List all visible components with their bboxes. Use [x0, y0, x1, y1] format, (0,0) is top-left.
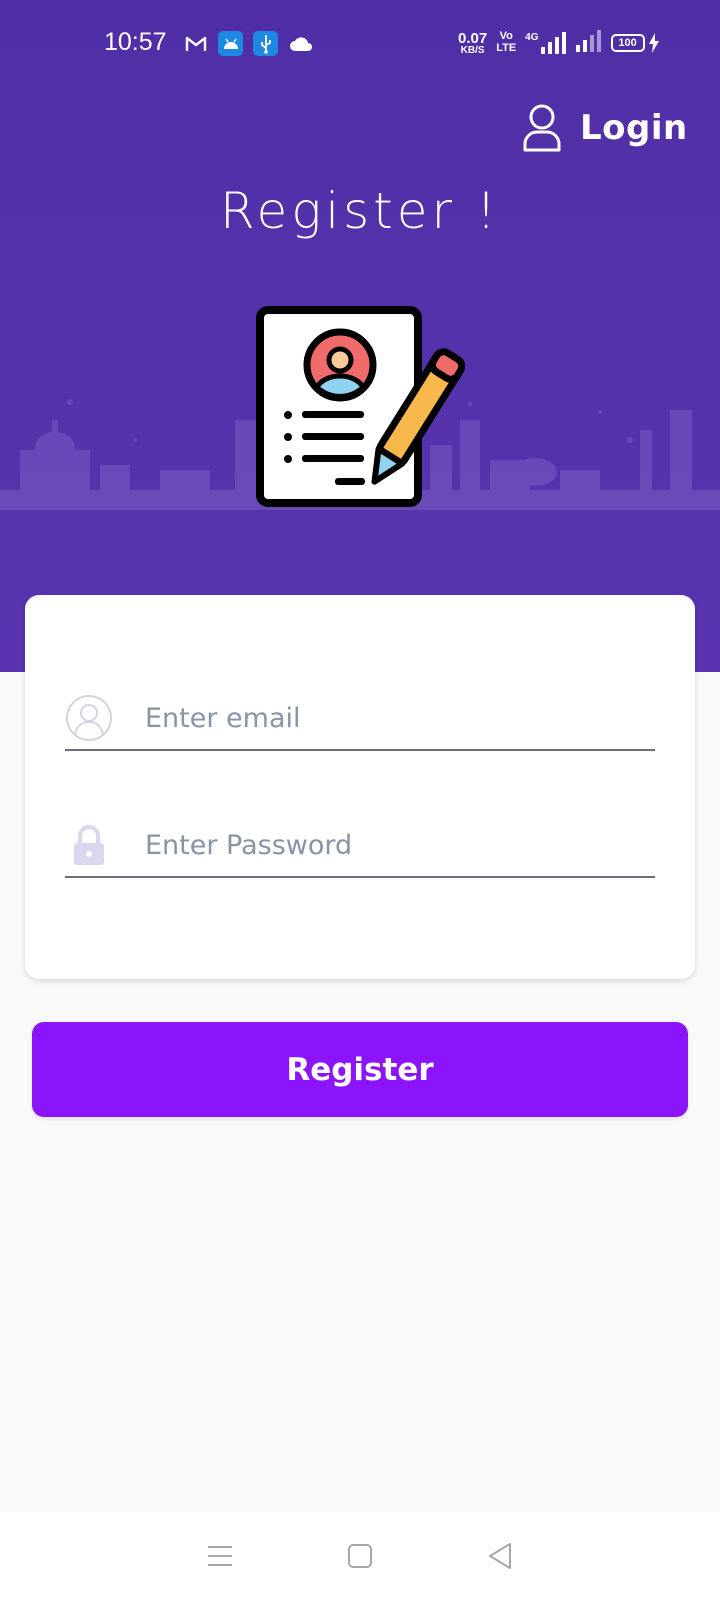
menu-icon[interactable]	[196, 1532, 244, 1580]
user-icon	[65, 694, 113, 742]
register-document-illustration	[256, 306, 465, 507]
battery-icon: 100	[610, 33, 660, 53]
user-outline-icon	[523, 104, 561, 152]
system-nav-bar	[0, 1512, 720, 1600]
signal-icon	[575, 30, 602, 56]
register-screen: 10:57 0.07 KB/S Vo LTE 4G 100 Login Regi…	[0, 0, 720, 1600]
gmail-icon	[183, 31, 208, 56]
cloud-icon	[288, 31, 313, 56]
back-icon[interactable]	[476, 1532, 524, 1580]
password-input[interactable]	[145, 821, 655, 869]
register-button[interactable]: Register	[32, 1022, 688, 1117]
charging-bolt-icon	[648, 33, 659, 53]
email-field	[65, 687, 655, 751]
status-notification-icons	[183, 31, 313, 56]
home-icon[interactable]	[336, 1532, 384, 1580]
usb-icon	[253, 31, 278, 56]
signal-4g-icon: 4G	[525, 32, 566, 54]
lock-icon	[65, 821, 113, 869]
login-label: Login	[580, 108, 688, 148]
status-time: 10:57	[104, 28, 167, 56]
register-form-card	[25, 595, 695, 979]
header-banner: 10:57 0.07 KB/S Vo LTE 4G 100 Login Regi…	[0, 0, 720, 672]
page-title: Register !	[219, 182, 501, 240]
status-system-icons: 0.07 KB/S Vo LTE 4G 100	[458, 30, 660, 56]
login-link[interactable]: Login	[522, 100, 688, 156]
network-speed: 0.07 KB/S	[458, 29, 488, 56]
android-icon	[218, 31, 243, 56]
password-field	[65, 814, 655, 878]
volte-indicator: Vo LTE	[496, 30, 517, 54]
status-bar: 10:57 0.07 KB/S Vo LTE 4G 100	[0, 0, 720, 90]
email-input[interactable]	[145, 694, 655, 742]
